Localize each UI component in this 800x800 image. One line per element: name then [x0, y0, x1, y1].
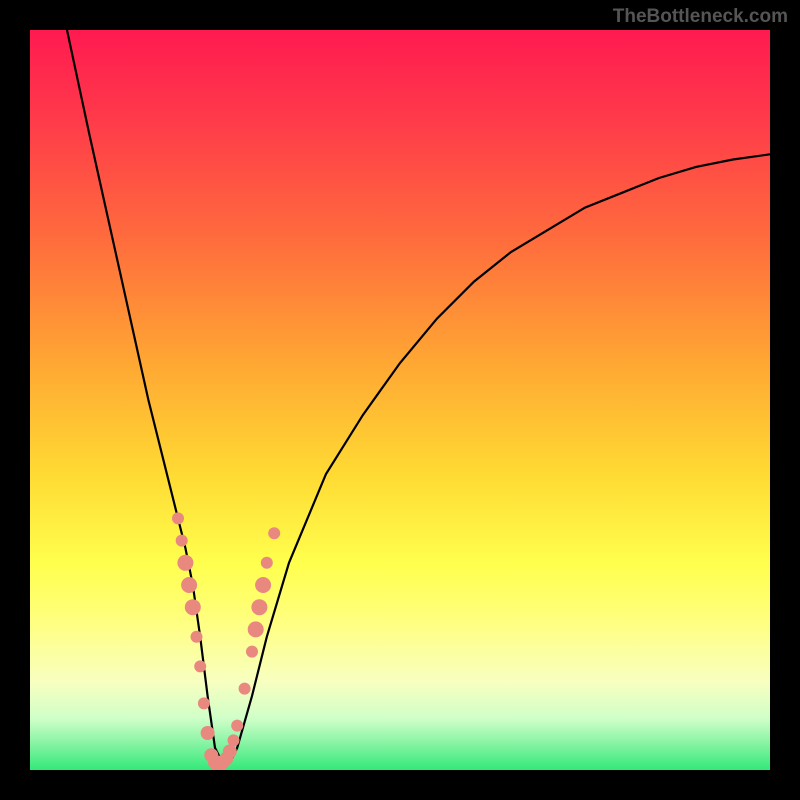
marker-point: [268, 527, 280, 539]
marker-point: [231, 720, 243, 732]
marker-point: [198, 697, 210, 709]
watermark-text: TheBottleneck.com: [613, 6, 788, 28]
marker-point: [261, 557, 273, 569]
marker-point: [194, 660, 206, 672]
marker-point: [176, 535, 188, 547]
marker-point: [228, 734, 240, 746]
marker-point: [172, 512, 184, 524]
marker-point: [246, 646, 258, 658]
marker-point: [248, 621, 264, 637]
marker-point: [239, 683, 251, 695]
marker-point: [223, 745, 237, 759]
marker-point: [251, 599, 267, 615]
marker-point: [191, 631, 203, 643]
marker-point: [177, 555, 193, 571]
marker-point: [201, 726, 215, 740]
highlighted-markers: [30, 30, 770, 770]
chart-container: [30, 30, 770, 770]
marker-point: [255, 577, 271, 593]
marker-point: [181, 577, 197, 593]
marker-point: [185, 599, 201, 615]
